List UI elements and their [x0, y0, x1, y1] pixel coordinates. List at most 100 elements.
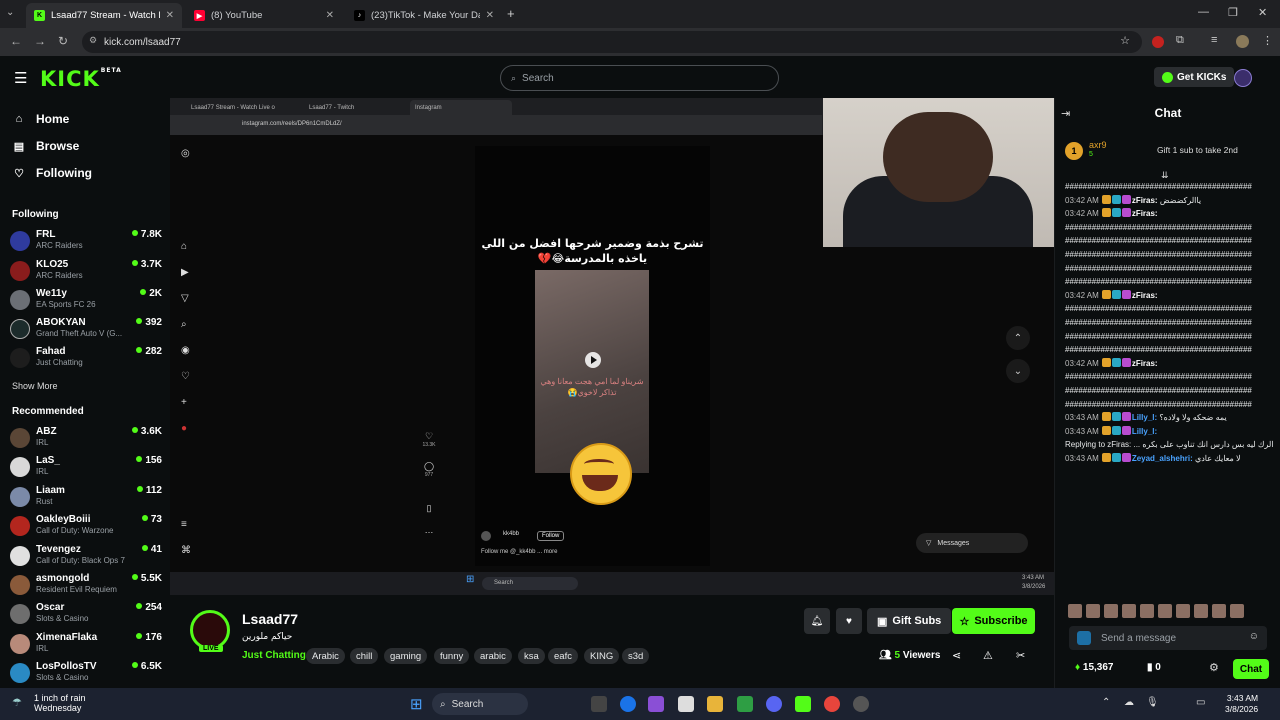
follow-button[interactable]: ♥: [836, 608, 862, 634]
copilot-icon[interactable]: [648, 696, 664, 712]
nav-following[interactable]: ♡ Following: [12, 166, 92, 180]
site-info-icon[interactable]: ⚙: [89, 35, 97, 46]
report-icon[interactable]: ⚠: [983, 649, 993, 662]
channel-item[interactable]: Tevengez Call of Duty: Black Ops 7 41: [10, 543, 162, 571]
notifications-button[interactable]: 🔔︎: [804, 608, 830, 634]
window-close-icon[interactable]: ✕: [1258, 6, 1267, 19]
browser-tab-youtube[interactable]: ▶ (8) YouTube ✕: [186, 3, 342, 28]
extension-icon[interactable]: [1152, 36, 1164, 48]
settings-gear-icon[interactable]: ⚙: [1209, 661, 1219, 674]
weather-widget[interactable]: 1 inch of rain Wednesday: [34, 693, 86, 713]
chat-input[interactable]: Send a message ☺: [1069, 626, 1267, 650]
bookmark-star-icon[interactable]: ☆: [1120, 34, 1130, 47]
weather-icon[interactable]: ☂: [12, 696, 22, 709]
message-username[interactable]: zFiras:: [1132, 209, 1158, 218]
taskbar-clock[interactable]: 3:43 AM 3/8/2026: [1225, 693, 1258, 715]
tab-list-icon[interactable]: ⌄: [6, 7, 14, 18]
message-username[interactable]: zFiras:: [1132, 359, 1158, 368]
url-bar[interactable]: ⚙ kick.com/lsaad77 ☆: [82, 31, 1142, 53]
channel-item[interactable]: asmongold Resident Evil Requiem 5.5K: [10, 572, 162, 600]
close-icon[interactable]: ✕: [166, 10, 174, 21]
network-icon[interactable]: ▭: [1196, 697, 1205, 708]
close-icon[interactable]: ✕: [326, 10, 334, 21]
channel-item[interactable]: XimenaFlaka IRL 176: [10, 631, 162, 659]
clip-icon[interactable]: ✂: [1016, 649, 1025, 662]
get-kicks-button[interactable]: Get KICKs: [1154, 67, 1235, 87]
channel-item[interactable]: ABOKYAN Grand Theft Auto V (G... 392: [10, 316, 162, 344]
app-icon[interactable]: [853, 696, 869, 712]
minimize-icon[interactable]: —: [1198, 6, 1209, 18]
tag[interactable]: arabic: [474, 648, 512, 664]
channel-item[interactable]: LaS_ IRL 156: [10, 454, 162, 482]
tag[interactable]: gaming: [384, 648, 428, 664]
edge-icon[interactable]: [620, 696, 636, 712]
tag[interactable]: funny: [434, 648, 470, 664]
back-icon[interactable]: ←: [10, 34, 22, 48]
channel-avatar[interactable]: [190, 610, 230, 650]
subscribe-button[interactable]: ☆ Subscribe: [952, 608, 1035, 634]
share-icon[interactable]: ⋖: [952, 649, 961, 662]
chat-badge-icon[interactable]: [1077, 631, 1091, 645]
message-username[interactable]: Lilly_l:: [1132, 413, 1157, 422]
store-icon[interactable]: [678, 696, 694, 712]
channel-item[interactable]: We11y EA Sports FC 26 2K: [10, 287, 162, 315]
message-username[interactable]: Lilly_l:: [1132, 427, 1157, 436]
file-explorer-icon[interactable]: [707, 696, 723, 712]
channel-item[interactable]: Liaam Rust 112: [10, 484, 162, 512]
channel-item[interactable]: FRL ARC Raiders 7.8K: [10, 228, 162, 256]
channel-item[interactable]: KLO25 ARC Raiders 3.7K: [10, 258, 162, 286]
close-icon[interactable]: ✕: [486, 10, 494, 21]
task-view-icon[interactable]: [591, 696, 607, 712]
channel-item[interactable]: Oscar Slots & Casino 254: [10, 601, 162, 629]
extensions-puzzle-icon[interactable]: ⧉: [1176, 34, 1184, 47]
category-link[interactable]: Just Chatting: [242, 650, 306, 661]
nav-home[interactable]: ⌂ Home: [12, 112, 70, 126]
chrome-icon[interactable]: [824, 696, 840, 712]
onedrive-icon[interactable]: ☁: [1124, 697, 1134, 708]
channel-item[interactable]: OakleyBoiii Call of Duty: Warzone 73: [10, 513, 162, 541]
microphone-icon[interactable]: 🎙︎: [1146, 697, 1159, 708]
chat-badge-icon: [1121, 452, 1131, 462]
browser-tab-tiktok[interactable]: ♪ (23)TikTok - Make Your Day ✕: [346, 3, 502, 28]
show-more-link[interactable]: Show More: [12, 381, 58, 391]
profile-avatar[interactable]: [1236, 35, 1249, 48]
channel-item[interactable]: Fahad Just Chatting 282: [10, 345, 162, 373]
pinned-gift-banner[interactable]: 1 axr9 5 Gift 1 sub to take 2nd: [1065, 140, 1271, 164]
stream-video-player[interactable]: Lsaad77 Stream - Watch Live o Lsaad77 - …: [170, 98, 1054, 595]
channel-name[interactable]: Lsaad77: [242, 611, 298, 627]
taskbar-search[interactable]: ⌕ Search: [432, 693, 528, 715]
xbox-icon[interactable]: [737, 696, 753, 712]
tag[interactable]: chill: [350, 648, 379, 664]
tag[interactable]: eafc: [548, 648, 578, 664]
hamburger-menu-icon[interactable]: ☰: [14, 69, 27, 87]
message-username[interactable]: zFiras:: [1132, 196, 1158, 205]
user-avatar[interactable]: [1234, 69, 1252, 87]
forward-icon[interactable]: →: [34, 34, 46, 48]
tag[interactable]: s3d: [622, 648, 650, 664]
channel-item[interactable]: LosPollosTV Slots & Casino 6.5K: [10, 660, 162, 688]
reading-list-icon[interactable]: ≡: [1211, 34, 1217, 46]
browser-menu-icon[interactable]: ⋮: [1262, 34, 1273, 47]
emote-bar[interactable]: [1068, 604, 1268, 620]
windows-start-icon[interactable]: ⊞: [410, 695, 423, 713]
tag[interactable]: Arabic: [306, 648, 345, 664]
tag[interactable]: ksa: [518, 648, 545, 664]
search-input[interactable]: ⌕ Search: [500, 65, 779, 91]
tag[interactable]: KING: [584, 648, 620, 664]
emoji-icon[interactable]: ☺: [1249, 631, 1259, 642]
channel-item[interactable]: ABZ IRL 3.6K: [10, 425, 162, 453]
maximize-icon[interactable]: ❐: [1228, 6, 1238, 19]
discord-icon[interactable]: [766, 696, 782, 712]
kicks-points[interactable]: ♦ 15,367: [1075, 662, 1113, 673]
nav-browse[interactable]: ▤ Browse: [12, 139, 80, 153]
kick-logo[interactable]: KICKBETA: [40, 67, 122, 91]
browser-tab-kick[interactable]: K Lsaad77 Stream - Watch Liv... ✕: [26, 3, 182, 28]
message-username[interactable]: Zeyad_alshehri:: [1132, 454, 1193, 463]
kick-app-icon[interactable]: [795, 696, 811, 712]
send-chat-button[interactable]: Chat: [1233, 659, 1269, 679]
gift-subs-button[interactable]: ▣ Gift Subs: [867, 608, 952, 634]
message-username[interactable]: zFiras:: [1132, 291, 1158, 300]
reload-icon[interactable]: ↻: [58, 34, 68, 48]
tray-chevron-icon[interactable]: ⌃: [1102, 697, 1110, 708]
new-tab-icon[interactable]: +: [507, 6, 515, 21]
